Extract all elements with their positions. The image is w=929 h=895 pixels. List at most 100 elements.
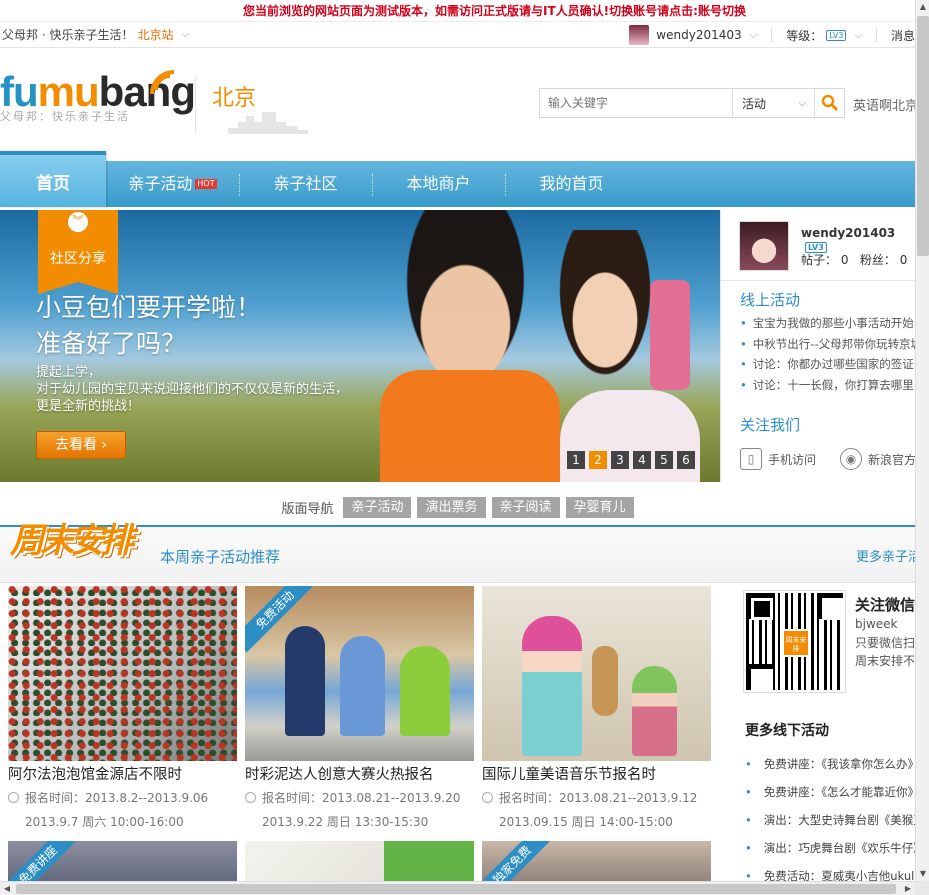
scroll-left-icon[interactable]: ◀ bbox=[0, 882, 14, 895]
activity-image[interactable]: 免费活动 bbox=[245, 586, 474, 761]
tab-home[interactable]: 首页 bbox=[0, 151, 106, 207]
activity-image[interactable] bbox=[8, 586, 237, 761]
divider bbox=[721, 280, 916, 281]
section-tag[interactable]: 孕婴育儿 bbox=[565, 496, 634, 518]
scroll-right-icon[interactable]: ▶ bbox=[901, 882, 915, 895]
horizontal-scrollbar[interactable]: ◀ ▶ bbox=[0, 881, 915, 895]
activity-signup-time: 报名时间：2013.08.21--2013.9.20 bbox=[245, 786, 474, 810]
activity-image[interactable] bbox=[482, 586, 711, 761]
weekend-title: 本周亲子活动推荐 bbox=[160, 548, 281, 566]
activity-date: 2013.9.7 周六 10:00-16:00 bbox=[25, 815, 184, 829]
list-item[interactable]: 讨论：你都办过哪些国家的签证 bbox=[740, 354, 916, 375]
header: fumubang 父母邦：快乐亲子生活 北京 活动⌵ 英语啊北京 bbox=[0, 48, 929, 146]
scroll-up-icon[interactable]: ▲ bbox=[916, 0, 929, 14]
page-dot[interactable]: 4 bbox=[633, 451, 651, 469]
vertical-scrollbar[interactable]: ▲ ▼ bbox=[915, 0, 929, 881]
signal-icon bbox=[150, 70, 175, 95]
online-activities-title[interactable]: 线上活动 bbox=[740, 289, 800, 310]
more-offline-title: 更多线下活动 bbox=[745, 723, 829, 739]
tab-my-home[interactable]: 我的首页 bbox=[505, 161, 638, 207]
page-dot[interactable]: 6 bbox=[677, 451, 695, 469]
level-label: 等级： bbox=[786, 28, 823, 43]
list-item[interactable]: 免费讲座：《我该拿你怎么办》 bbox=[745, 750, 915, 778]
search-button[interactable] bbox=[814, 89, 844, 117]
fumubang-logo[interactable]: fumubang 父母邦：快乐亲子生活 bbox=[0, 70, 196, 124]
page-dot[interactable]: 3 bbox=[611, 451, 629, 469]
user-menu: wendy201403 ⌵ 等级： LV3 ⌵ 消息 bbox=[629, 22, 915, 48]
site-slogan: 父母邦 · 快乐亲子生活！ bbox=[2, 28, 134, 42]
follow-us-title: 关注我们 bbox=[740, 416, 801, 434]
scroll-thumb[interactable] bbox=[917, 16, 929, 256]
activity-title[interactable]: 阿尔法泡泡馆金源店不限时 bbox=[8, 764, 237, 786]
list-item[interactable]: 中秋节出行--父母邦带你玩转京城 bbox=[740, 334, 916, 355]
scroll-down-icon[interactable]: ▼ bbox=[916, 867, 929, 881]
divider bbox=[771, 28, 773, 42]
messages-link[interactable]: 消息 bbox=[891, 27, 915, 44]
activity-card[interactable]: 免费活动 时彩泥达人创意大赛火热报名 报名时间：2013.08.21--2013… bbox=[245, 586, 474, 834]
community-ribbon: ︾ 社区分享 bbox=[38, 210, 118, 294]
level-badge: LV3 bbox=[826, 29, 847, 41]
divider bbox=[875, 28, 877, 42]
scroll-thumb[interactable] bbox=[16, 884, 896, 894]
panel-username[interactable]: wendy201403 LV3 bbox=[801, 226, 915, 254]
tab-community[interactable]: 亲子社区 bbox=[239, 161, 372, 207]
activity-cards: 阿尔法泡泡馆金源店不限时 报名时间：2013.8.2--2013.9.06 20… bbox=[8, 586, 711, 834]
banner-go-button[interactable]: 去看看 › bbox=[36, 431, 126, 459]
activity-date: 2013.9.22 周日 13:30-15:30 bbox=[262, 815, 429, 829]
test-notice[interactable]: 您当前浏览的网站页面为测试版本，如需访问正式版请与IT人员确认!切换账号请点击:… bbox=[0, 0, 929, 22]
chevron-down-icon[interactable]: ⌵ bbox=[854, 30, 862, 41]
list-item[interactable]: 演出：大型史诗舞台剧《美猴王》 bbox=[745, 806, 915, 834]
page-dot-active[interactable]: 2 bbox=[589, 451, 607, 469]
activity-title[interactable]: 时彩泥达人创意大赛火热报名 bbox=[245, 764, 474, 786]
banner-pagination: 1 2 3 4 5 6 bbox=[567, 451, 695, 469]
weekend-logo: 周末安排 bbox=[10, 521, 134, 561]
online-activity-list: 宝宝为我做的那些小事活动开始 中秋节出行--父母邦带你玩转京城 讨论：你都办过哪… bbox=[740, 313, 916, 395]
page-dot[interactable]: 5 bbox=[655, 451, 673, 469]
weibo-icon: ◉ bbox=[840, 448, 862, 470]
list-item[interactable]: 演出：巧虎舞台剧《欢乐牛仔》 bbox=[745, 834, 915, 862]
activity-signup-time: 报名时间：2013.8.2--2013.9.06 bbox=[8, 786, 237, 810]
boy-shirt-image bbox=[380, 370, 560, 482]
search-type-select[interactable]: 活动 ⌵ bbox=[732, 89, 814, 117]
phone-icon: ▯ bbox=[740, 448, 762, 470]
qr-logo: 周末安排 bbox=[782, 629, 810, 657]
chevron-down-icon[interactable]: ⌵ bbox=[750, 30, 758, 41]
section-tag[interactable]: 亲子阅读 bbox=[491, 496, 560, 518]
avatar[interactable] bbox=[629, 25, 650, 45]
section-nav-label: 版面导航 bbox=[281, 501, 334, 517]
skyline-icon bbox=[228, 112, 308, 134]
avatar[interactable] bbox=[739, 221, 789, 271]
user-stats: 帖子： 0 粉丝： 0 bbox=[801, 253, 908, 267]
weekend-section-header: 周末安排 本周亲子活动推荐 更多亲子活动 bbox=[0, 521, 929, 583]
activity-card[interactable]: 阿尔法泡泡馆金源店不限时 报名时间：2013.8.2--2013.9.06 20… bbox=[8, 586, 237, 834]
page-dot[interactable]: 1 bbox=[567, 451, 585, 469]
divider bbox=[195, 76, 196, 134]
tab-merchants[interactable]: 本地商户 bbox=[372, 161, 505, 207]
activity-card[interactable]: 国际儿童美语音乐节报名时 报名时间：2013.08.21--2013.9.12 … bbox=[482, 586, 711, 834]
chevron-down-icon: ⌵ bbox=[798, 97, 806, 109]
search-box: 活动⌵ bbox=[539, 88, 845, 118]
chevron-down-icon: ︾ bbox=[68, 212, 88, 232]
notice-text[interactable]: 您当前浏览的网站页面为测试版本，如需访问正式版请与IT人员确认!切换账号请点击:… bbox=[243, 0, 746, 22]
banner-title: 小豆包们要开学啦！ 准备好了吗？ bbox=[36, 293, 262, 358]
section-tag[interactable]: 亲子活动 bbox=[343, 496, 412, 518]
chevron-down-icon[interactable]: ⌵ bbox=[181, 29, 189, 40]
current-city: 北京 bbox=[212, 86, 257, 111]
activity-title[interactable]: 国际儿童美语音乐节报名时 bbox=[482, 764, 711, 786]
tab-activities[interactable]: 亲子活动 HOT bbox=[106, 161, 239, 207]
wechat-title: 关注微信 bbox=[855, 596, 916, 614]
clock-icon bbox=[482, 792, 493, 803]
search-input[interactable] bbox=[540, 89, 732, 117]
city-switch[interactable]: 北京站 bbox=[137, 26, 173, 43]
list-item[interactable]: 免费讲座：《怎么才能靠近你》 bbox=[745, 778, 915, 806]
clock-icon bbox=[8, 792, 19, 803]
hot-search-link[interactable]: 英语啊北京 bbox=[853, 95, 918, 114]
section-tag[interactable]: 演出票务 bbox=[417, 496, 486, 518]
list-item[interactable]: 宝宝为我做的那些小事活动开始 bbox=[740, 313, 916, 334]
list-item[interactable]: 讨论：十一长假，你打算去哪里 bbox=[740, 375, 916, 396]
section-nav: 版面导航 亲子活动 演出票务 亲子阅读 孕婴育儿 bbox=[0, 494, 915, 520]
username-link[interactable]: wendy201403 bbox=[656, 28, 741, 42]
clock-icon bbox=[245, 792, 256, 803]
mobile-access-link[interactable]: ▯ 手机访问 bbox=[740, 448, 816, 470]
wechat-qr-code: 周末安排 bbox=[743, 590, 846, 693]
